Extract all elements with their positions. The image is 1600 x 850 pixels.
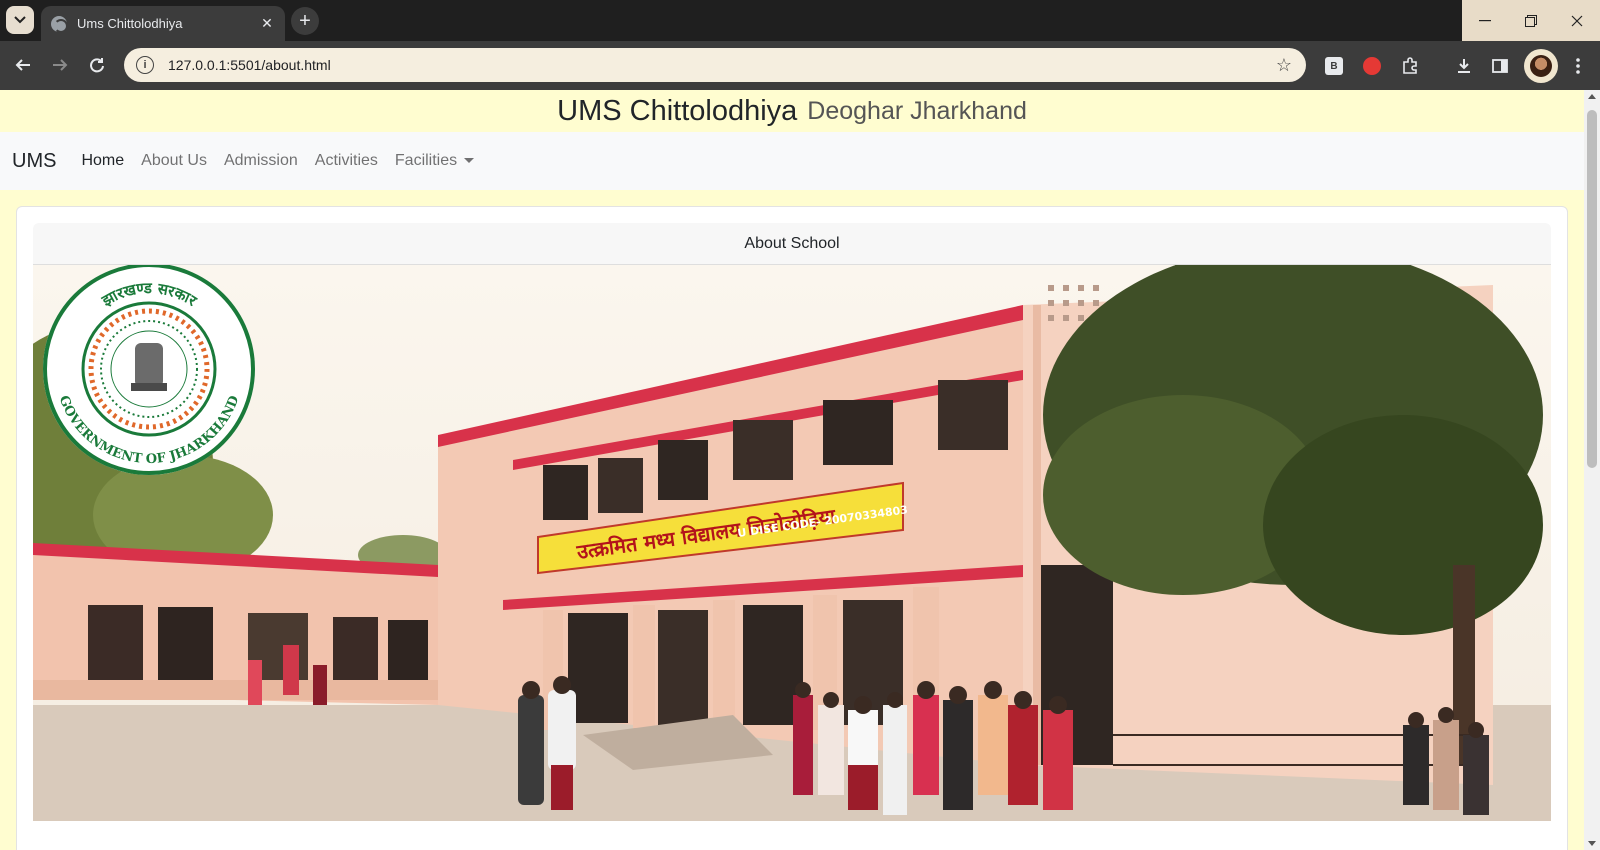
extensions-button[interactable]	[1398, 54, 1422, 78]
scroll-up-icon[interactable]	[1588, 94, 1596, 99]
arrow-right-icon	[53, 59, 68, 71]
reload-icon	[90, 58, 104, 73]
minimize-button[interactable]	[1462, 0, 1508, 41]
main-navbar: UMS Home About Us Admission Activities F…	[0, 132, 1584, 190]
address-bar[interactable]: i 127.0.0.1:5501/about.html ☆	[124, 48, 1306, 82]
tab-search-button[interactable]	[6, 6, 34, 34]
restore-button[interactable]	[1508, 0, 1554, 41]
nav-dropdown-facilities[interactable]: Facilities	[394, 152, 475, 170]
school-building-image: उत्क्रमित मध्य विद्यालय चित्तोलोढ़िया U …	[33, 265, 1551, 821]
globe-icon	[51, 15, 68, 33]
extension-b-icon: B	[1325, 57, 1343, 75]
side-panel-button[interactable]	[1488, 54, 1512, 78]
url-text[interactable]: 127.0.0.1:5501/about.html	[168, 57, 1276, 73]
page-scrollbar[interactable]	[1584, 90, 1600, 850]
nav-link-home[interactable]: Home	[81, 152, 124, 170]
reload-button[interactable]	[82, 50, 112, 80]
navbar-brand[interactable]: UMS	[12, 150, 56, 173]
school-location: Deoghar Jharkhand	[807, 96, 1027, 125]
web-page: UMS Chittolodhiya Deoghar Jharkhand UMS …	[0, 90, 1584, 850]
browser-tab[interactable]: Ums Chittolodhiya ✕	[41, 6, 285, 41]
tab-title: Ums Chittolodhiya	[77, 16, 183, 31]
about-card: About School उत्क्रमित मध्य विद्यालय चित…	[16, 206, 1568, 850]
back-button[interactable]	[8, 50, 38, 80]
close-icon	[1571, 15, 1583, 26]
site-header: UMS Chittolodhiya Deoghar Jharkhand	[0, 90, 1584, 132]
school-photo: उत्क्रमित मध्य विद्यालय चित्तोलोढ़िया U …	[33, 265, 1551, 821]
site-info-icon[interactable]: i	[136, 56, 154, 74]
scroll-down-icon[interactable]	[1588, 841, 1596, 846]
arrow-left-icon	[15, 59, 30, 71]
scrollbar-thumb[interactable]	[1587, 110, 1597, 468]
extension-record-button[interactable]	[1360, 54, 1384, 78]
record-icon	[1363, 57, 1381, 75]
extension-b-button[interactable]: B	[1322, 54, 1346, 78]
browser-toolbar: i 127.0.0.1:5501/about.html ☆ B	[0, 41, 1600, 90]
nav-link-about-us[interactable]: About Us	[141, 152, 207, 170]
nav-link-facilities-label: Facilities	[394, 152, 458, 169]
avatar-image	[1530, 55, 1552, 77]
caret-down-icon	[464, 158, 475, 164]
puzzle-icon	[1403, 57, 1417, 74]
bookmark-star-icon[interactable]: ☆	[1276, 55, 1292, 76]
close-tab-icon[interactable]: ✕	[259, 15, 275, 32]
forward-button[interactable]	[45, 50, 75, 80]
nav-link-activities[interactable]: Activities	[315, 152, 378, 170]
side-panel-icon	[1492, 59, 1508, 73]
chevron-down-icon	[14, 16, 26, 24]
close-window-button[interactable]	[1554, 0, 1600, 41]
download-icon	[1458, 59, 1470, 73]
minimize-icon	[1479, 19, 1491, 21]
jharkhand-seal-logo: झारखण्ड सरकार GOVERNMENT OF JHARKHAND	[43, 265, 255, 475]
school-name: UMS Chittolodhiya	[557, 94, 798, 127]
restore-icon	[1525, 14, 1537, 27]
card-header: About School	[33, 223, 1551, 265]
profile-avatar[interactable]	[1524, 49, 1558, 83]
browser-tabstrip: Ums Chittolodhiya ✕ +	[0, 0, 1600, 41]
new-tab-button[interactable]: +	[291, 7, 319, 35]
downloads-button[interactable]	[1452, 54, 1476, 78]
more-vertical-icon	[1576, 58, 1580, 74]
nav-link-admission[interactable]: Admission	[224, 152, 298, 170]
browser-menu-button[interactable]	[1566, 54, 1590, 78]
